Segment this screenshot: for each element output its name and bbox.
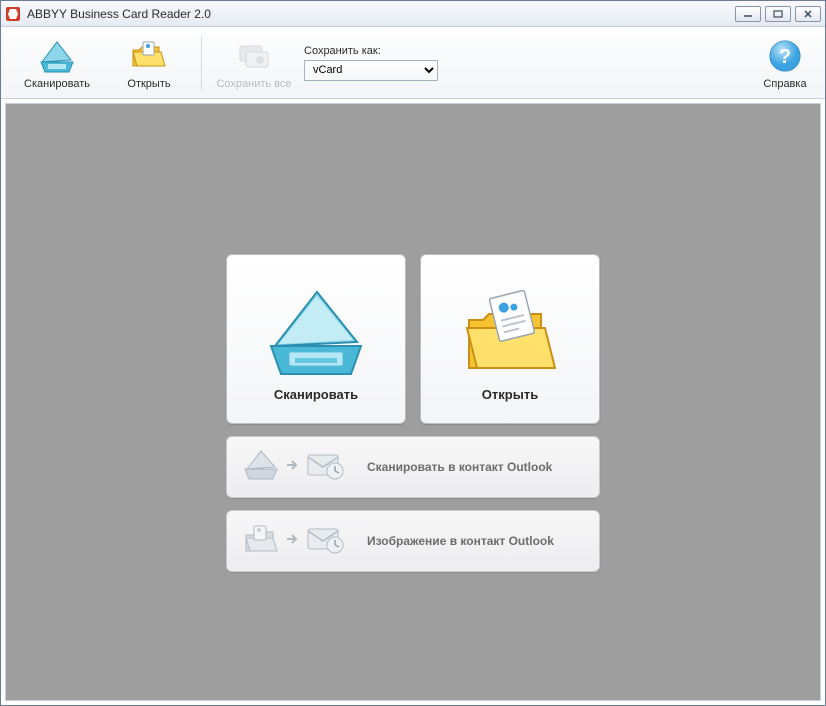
titlebar: ABBYY Business Card Reader 2.0 xyxy=(1,1,825,27)
save-as-label: Сохранить как: xyxy=(304,45,438,57)
scan-button[interactable]: Сканировать xyxy=(11,34,103,92)
save-all-button: Сохранить все xyxy=(208,34,300,92)
scan-label: Сканировать xyxy=(24,78,90,90)
save-as-section: Сохранить как: vCard xyxy=(304,45,438,81)
svg-text:?: ? xyxy=(779,46,791,68)
scan-to-outlook-button[interactable]: Сканировать в контакт Outlook xyxy=(226,436,600,498)
save-all-label: Сохранить все xyxy=(216,78,291,90)
envelope-clock-icon xyxy=(305,447,347,488)
scan-card-label: Сканировать xyxy=(274,387,358,402)
welcome-panel: Сканировать xyxy=(226,254,600,572)
arrow-right-icon xyxy=(285,457,301,478)
open-button[interactable]: Открыть xyxy=(103,34,195,92)
arrow-right-icon xyxy=(285,531,301,552)
scan-outlook-label: Сканировать в контакт Outlook xyxy=(367,460,552,474)
maximize-button[interactable] xyxy=(765,6,791,22)
help-label: Справка xyxy=(763,78,806,90)
window-title: ABBYY Business Card Reader 2.0 xyxy=(27,7,211,21)
help-icon: ? xyxy=(768,36,802,76)
cards-stack-icon xyxy=(234,36,274,76)
open-card[interactable]: Открыть xyxy=(420,254,600,424)
app-icon xyxy=(5,6,21,22)
open-card-label: Открыть xyxy=(482,387,538,402)
open-label: Открыть xyxy=(127,78,170,90)
image-outlook-label: Изображение в контакт Outlook xyxy=(367,534,554,548)
toolbar-separator xyxy=(201,35,202,91)
close-button[interactable] xyxy=(795,6,821,22)
scan-card[interactable]: Сканировать xyxy=(226,254,406,424)
content-area: Сканировать xyxy=(5,103,821,701)
folder-open-icon xyxy=(129,36,169,76)
folder-large-icon xyxy=(455,277,565,387)
envelope-clock-icon xyxy=(305,521,347,562)
scanner-small-icon xyxy=(241,447,281,488)
help-button[interactable]: ? Справка xyxy=(755,34,815,92)
save-format-select[interactable]: vCard xyxy=(304,60,438,81)
folder-small-icon xyxy=(241,521,281,562)
scanner-large-icon xyxy=(261,277,371,387)
scanner-icon xyxy=(37,36,77,76)
app-window: ABBYY Business Card Reader 2.0 Сканирова… xyxy=(0,0,826,706)
image-to-outlook-button[interactable]: Изображение в контакт Outlook xyxy=(226,510,600,572)
minimize-button[interactable] xyxy=(735,6,761,22)
toolbar: Сканировать Открыть xyxy=(1,27,825,99)
